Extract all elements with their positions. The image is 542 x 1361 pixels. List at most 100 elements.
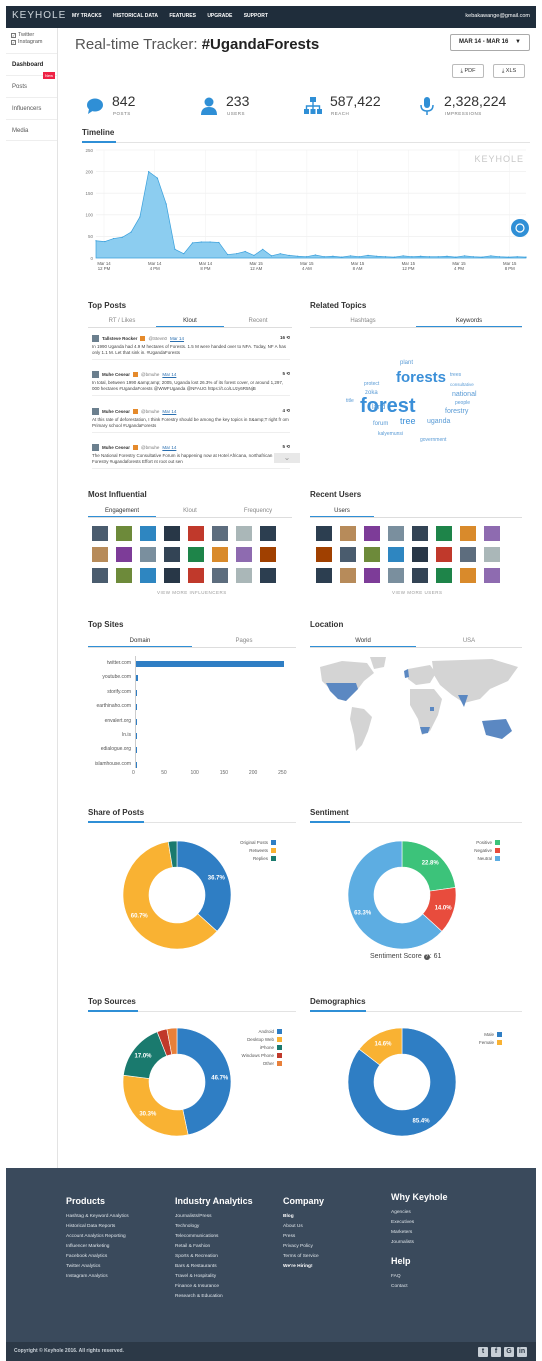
avatar[interactable] [236, 526, 252, 541]
footer-link[interactable]: Telecommunications [175, 1232, 253, 1242]
post-handle[interactable]: @Stevn0 [148, 336, 167, 341]
tab-usa[interactable]: USA [416, 636, 522, 647]
export-xls-button[interactable]: ⤓ XLS [493, 64, 525, 78]
avatar[interactable] [116, 568, 132, 583]
tab-pages[interactable]: Pages [192, 636, 296, 647]
facebook-icon[interactable]: f [491, 1347, 501, 1357]
timeline-point[interactable] [402, 255, 404, 257]
keyhole-logo[interactable]: KEYHOLE [12, 10, 66, 21]
timeline-point[interactable] [191, 242, 194, 244]
avatar[interactable] [188, 526, 204, 541]
footer-link[interactable]: Account Analytics Reporting [66, 1232, 129, 1242]
timeline-point[interactable] [218, 241, 220, 244]
avatar[interactable] [340, 547, 356, 562]
avatar[interactable] [140, 526, 156, 541]
avatar[interactable] [388, 568, 404, 583]
timeline-point[interactable] [481, 256, 483, 258]
footer-link[interactable]: Hashtag & Keyword Analytics [66, 1212, 129, 1222]
post-handle[interactable]: @bmuhe [141, 372, 159, 377]
demographics-donut[interactable]: 85.4% 14.6% [342, 1022, 462, 1142]
filter-twitter[interactable]: ✓ Twitter [11, 32, 57, 38]
timeline-point[interactable] [209, 241, 211, 243]
footer-link[interactable]: Influencer Marketing [66, 1242, 129, 1252]
post-date[interactable]: Mar 14 [170, 336, 184, 341]
avatar[interactable] [460, 547, 476, 562]
timeline-point[interactable] [270, 255, 273, 257]
footer-link[interactable]: Contact [391, 1282, 448, 1292]
timeline-point[interactable] [507, 256, 510, 258]
tab-rt-likes[interactable]: RT / Likes [88, 316, 156, 327]
nav-upgrade[interactable]: UPGRADE [207, 13, 232, 19]
keyword[interactable]: government [420, 437, 446, 443]
footer-link[interactable]: Travel & Hospitality [175, 1272, 253, 1282]
avatar[interactable] [164, 547, 180, 562]
avatar[interactable] [92, 443, 99, 451]
post-item[interactable]: Muhe Cesear @bmuhe Mar 14 4 ⟲ At this ra… [92, 407, 290, 433]
keyword[interactable]: land [372, 404, 385, 411]
post-handle[interactable]: @bmuhe [141, 445, 159, 450]
site-label[interactable]: youtube.com [85, 674, 131, 680]
footer-link[interactable]: Sports & Recreation [175, 1252, 253, 1262]
footer-link[interactable]: Research & Education [175, 1292, 253, 1302]
timeline-point[interactable] [323, 256, 325, 258]
timeline-point[interactable] [227, 253, 229, 256]
avatar[interactable] [316, 547, 332, 562]
post-author[interactable]: Muhe Cesear [102, 372, 130, 377]
checkbox-icon[interactable]: ✓ [11, 39, 16, 45]
timeline-point[interactable] [314, 254, 316, 256]
export-pdf-button[interactable]: ⤓ PDF [452, 64, 484, 78]
tab-engagement[interactable]: Engagement [88, 506, 156, 517]
sidebar-item-influencers[interactable]: Influencers [6, 97, 57, 119]
avatar[interactable] [260, 547, 276, 562]
timeline-point[interactable] [244, 250, 246, 253]
share-of-posts-donut[interactable]: 36.7% 60.7% [117, 835, 237, 955]
timeline-point[interactable] [95, 240, 97, 242]
nav-support[interactable]: SUPPORT [244, 13, 268, 19]
avatar[interactable] [436, 568, 452, 583]
timeline-point[interactable] [490, 255, 492, 257]
avatar[interactable] [412, 526, 428, 541]
footer-link[interactable]: Press [283, 1232, 324, 1242]
avatar[interactable] [116, 526, 132, 541]
footer-link[interactable]: Privacy Policy [283, 1242, 324, 1252]
view-more-users-link[interactable]: VIEW MORE USERS [392, 590, 443, 595]
nav-my-tracks[interactable]: MY TRACKS [72, 13, 102, 19]
timeline-point[interactable] [516, 256, 518, 258]
sidebar-item-media[interactable]: Media [6, 119, 57, 141]
sentiment-donut[interactable]: 22.8% 14.0% 63.3% [342, 835, 462, 955]
timeline-point[interactable] [200, 241, 202, 243]
view-more-influencers-link[interactable]: VIEW MORE INFLUENCERS [157, 590, 227, 595]
avatar[interactable] [212, 547, 228, 562]
timeline-point[interactable] [341, 256, 343, 258]
timeline-point[interactable] [393, 256, 395, 258]
footer-link[interactable]: Journalists [391, 1238, 448, 1248]
keyword[interactable]: trees [450, 372, 461, 378]
avatar[interactable] [140, 547, 156, 562]
timeline-point[interactable] [525, 256, 527, 258]
timeline-point[interactable] [121, 236, 123, 238]
footer-link[interactable]: Instagram Analytics [66, 1272, 129, 1282]
timeline-point[interactable] [262, 248, 264, 250]
timeline-point[interactable] [437, 256, 439, 258]
sidebar-item-posts[interactable]: Posts New [6, 72, 57, 97]
timeline-point[interactable] [104, 240, 106, 243]
post-author[interactable]: Muhe Cesear [102, 445, 130, 450]
post-handle[interactable]: @bmuhe [141, 409, 159, 414]
timeline-point[interactable] [174, 248, 176, 250]
avatar[interactable] [412, 568, 428, 583]
footer-link[interactable]: Blog [283, 1212, 324, 1222]
tab-keywords[interactable]: Keywords [416, 316, 522, 327]
avatar[interactable] [236, 568, 252, 583]
tab-frequency[interactable]: Frequency [224, 506, 292, 517]
post-author[interactable]: Tallsteve Rocker [102, 336, 137, 341]
timeline-point[interactable] [349, 255, 352, 257]
site-label[interactable]: twitter.com [85, 660, 131, 666]
avatar[interactable] [484, 547, 500, 562]
timeline-point[interactable] [306, 256, 308, 258]
nav-historical-data[interactable]: HISTORICAL DATA [113, 13, 158, 19]
avatar[interactable] [116, 547, 132, 562]
footer-link[interactable]: Bars & Restaurants [175, 1262, 253, 1272]
timeline-point[interactable] [235, 253, 238, 255]
timeline-point[interactable] [288, 254, 290, 257]
site-label[interactable]: storify.com [85, 689, 131, 695]
